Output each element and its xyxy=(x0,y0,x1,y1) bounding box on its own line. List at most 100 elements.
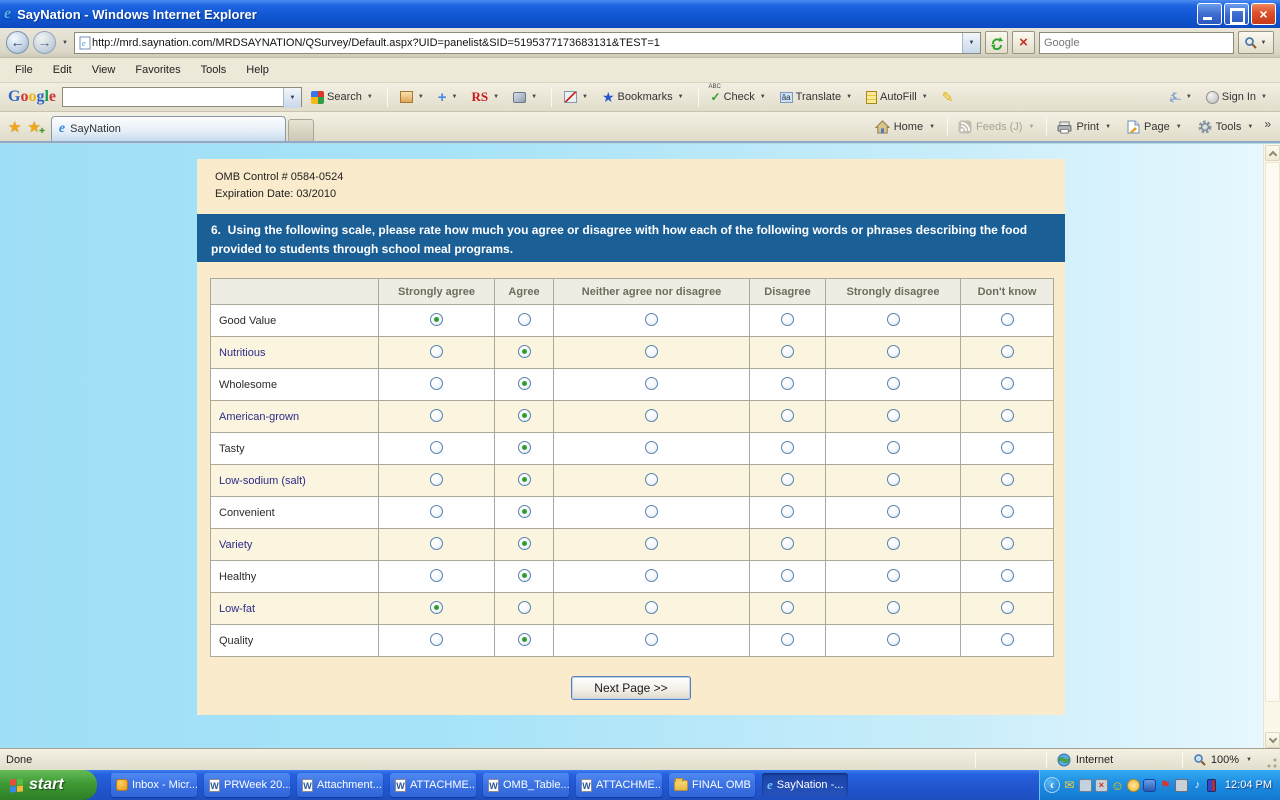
radio-variety-agree[interactable] xyxy=(495,529,554,561)
radio-selected[interactable] xyxy=(518,537,531,550)
radio-tasty-don-t-know[interactable] xyxy=(961,433,1054,465)
url-dropdown-icon[interactable]: ▼ xyxy=(962,33,980,53)
radio-unselected[interactable] xyxy=(645,377,658,390)
radio-unselected[interactable] xyxy=(518,313,531,326)
radio-unselected[interactable] xyxy=(430,377,443,390)
radio-unselected[interactable] xyxy=(645,601,658,614)
menu-item-tools[interactable]: Tools xyxy=(192,61,236,79)
radio-quality-strongly-disagree[interactable] xyxy=(826,625,961,657)
print-button[interactable]: Print ▼ xyxy=(1051,118,1119,137)
zoom-panel[interactable]: 100% ▼ xyxy=(1183,749,1264,770)
news-button[interactable]: ▼ xyxy=(397,89,429,105)
google-search-button[interactable]: Search ▼ xyxy=(308,89,378,106)
radio-unselected[interactable] xyxy=(781,313,794,326)
smiley-icon[interactable]: ☺ xyxy=(1111,779,1124,792)
radio-unselected[interactable] xyxy=(781,569,794,582)
radio-selected[interactable] xyxy=(518,505,531,518)
share-dropdown-icon[interactable]: ▼ xyxy=(529,94,539,100)
next-page-button[interactable]: Next Page >> xyxy=(571,676,691,700)
radio-unselected[interactable] xyxy=(430,409,443,422)
start-button[interactable]: start xyxy=(0,770,97,800)
radio-variety-disagree[interactable] xyxy=(750,529,826,561)
minimize-button[interactable] xyxy=(1197,3,1222,25)
favorites-center-icon[interactable]: ★ xyxy=(8,118,21,136)
radio-unselected[interactable] xyxy=(645,313,658,326)
radio-unselected[interactable] xyxy=(781,377,794,390)
google-search-field[interactable]: ▼ xyxy=(62,87,302,107)
sign-in-dropdown-icon[interactable]: ▼ xyxy=(1259,94,1269,100)
radio-convenient-disagree[interactable] xyxy=(750,497,826,529)
radio-low-fat-strongly-disagree[interactable] xyxy=(826,593,961,625)
spellcheck-button[interactable]: ABC✓ Check ▼ xyxy=(708,88,771,106)
search-go-button[interactable]: ▼ xyxy=(1238,31,1274,54)
radio-unselected[interactable] xyxy=(430,505,443,518)
radio-convenient-strongly-agree[interactable] xyxy=(379,497,495,529)
radio-low-sodium-salt-agree[interactable] xyxy=(495,465,554,497)
radio-unselected[interactable] xyxy=(781,505,794,518)
menu-item-help[interactable]: Help xyxy=(237,61,278,79)
home-dropdown-icon[interactable]: ▼ xyxy=(927,124,937,130)
radio-unselected[interactable] xyxy=(1001,409,1014,422)
bookmarks-button[interactable]: ★ Bookmarks ▼ xyxy=(599,87,689,108)
radio-unselected[interactable] xyxy=(887,601,900,614)
radio-unselected[interactable] xyxy=(430,633,443,646)
radio-american-grown-agree[interactable] xyxy=(495,401,554,433)
radio-nutritious-strongly-disagree[interactable] xyxy=(826,337,961,369)
radio-quality-neither-agree-nor-disagree[interactable] xyxy=(554,625,750,657)
radio-convenient-strongly-disagree[interactable] xyxy=(826,497,961,529)
radio-unselected[interactable] xyxy=(430,569,443,582)
menu-item-file[interactable]: File xyxy=(6,61,42,79)
radio-quality-disagree[interactable] xyxy=(750,625,826,657)
radio-nutritious-agree[interactable] xyxy=(495,337,554,369)
radio-quality-agree[interactable] xyxy=(495,625,554,657)
toolbar-overflow-icon[interactable]: » xyxy=(1261,117,1274,141)
monitor-icon[interactable] xyxy=(1175,779,1188,792)
radio-unselected[interactable] xyxy=(1001,537,1014,550)
radio-unselected[interactable] xyxy=(1001,441,1014,454)
resize-grip[interactable] xyxy=(1264,755,1278,769)
google-search-dropdown-icon[interactable]: ▼ xyxy=(283,88,301,108)
task-button-prweek-20[interactable]: WPRWeek 20... xyxy=(204,773,290,797)
clock-icon[interactable] xyxy=(1127,779,1140,792)
radio-selected[interactable] xyxy=(518,377,531,390)
vertical-scrollbar[interactable] xyxy=(1263,144,1280,749)
radio-convenient-don-t-know[interactable] xyxy=(961,497,1054,529)
radio-convenient-agree[interactable] xyxy=(495,497,554,529)
radio-unselected[interactable] xyxy=(887,409,900,422)
refresh-button[interactable] xyxy=(985,31,1008,54)
radio-unselected[interactable] xyxy=(781,633,794,646)
radio-convenient-neither-agree-nor-disagree[interactable] xyxy=(554,497,750,529)
radio-nutritious-strongly-agree[interactable] xyxy=(379,337,495,369)
rs-button[interactable]: RS▼ xyxy=(469,87,505,107)
tools-button[interactable]: Tools ▼ xyxy=(1192,117,1262,137)
radio-good-value-neither-agree-nor-disagree[interactable] xyxy=(554,305,750,337)
close-button[interactable]: × xyxy=(1251,3,1276,25)
radio-unselected[interactable] xyxy=(781,441,794,454)
radio-good-value-strongly-disagree[interactable] xyxy=(826,305,961,337)
radio-low-sodium-salt-strongly-agree[interactable] xyxy=(379,465,495,497)
task-button-attachme[interactable]: WATTACHME... xyxy=(576,773,662,797)
radio-low-sodium-salt-neither-agree-nor-disagree[interactable] xyxy=(554,465,750,497)
menu-item-view[interactable]: View xyxy=(83,61,125,79)
radio-unselected[interactable] xyxy=(645,537,658,550)
radio-good-value-agree[interactable] xyxy=(495,305,554,337)
radio-unselected[interactable] xyxy=(645,441,658,454)
search-input[interactable] xyxy=(1040,37,1233,49)
new-tab-button[interactable] xyxy=(288,119,314,141)
radio-low-sodium-salt-don-t-know[interactable] xyxy=(961,465,1054,497)
task-button-final-omb[interactable]: FINAL OMB ... xyxy=(669,773,755,797)
autofill-button[interactable]: AutoFill ▼ xyxy=(863,89,933,106)
radio-american-grown-strongly-agree[interactable] xyxy=(379,401,495,433)
restore-button[interactable] xyxy=(1224,3,1249,25)
radio-wholesome-neither-agree-nor-disagree[interactable] xyxy=(554,369,750,401)
task-button-saynation[interactable]: eSayNation -... xyxy=(762,773,848,797)
radio-unselected[interactable] xyxy=(645,345,658,358)
add-favorite-icon[interactable]: ★+ xyxy=(27,118,40,136)
radio-unselected[interactable] xyxy=(1001,473,1014,486)
flag-icon[interactable]: ⚑ xyxy=(1159,779,1172,792)
tab-saynation[interactable]: e SayNation xyxy=(51,116,286,141)
radio-healthy-strongly-disagree[interactable] xyxy=(826,561,961,593)
menu-item-favorites[interactable]: Favorites xyxy=(126,61,189,79)
highlight-button[interactable]: ✎ xyxy=(939,87,957,108)
tools-dropdown-icon[interactable]: ▼ xyxy=(1245,124,1255,130)
